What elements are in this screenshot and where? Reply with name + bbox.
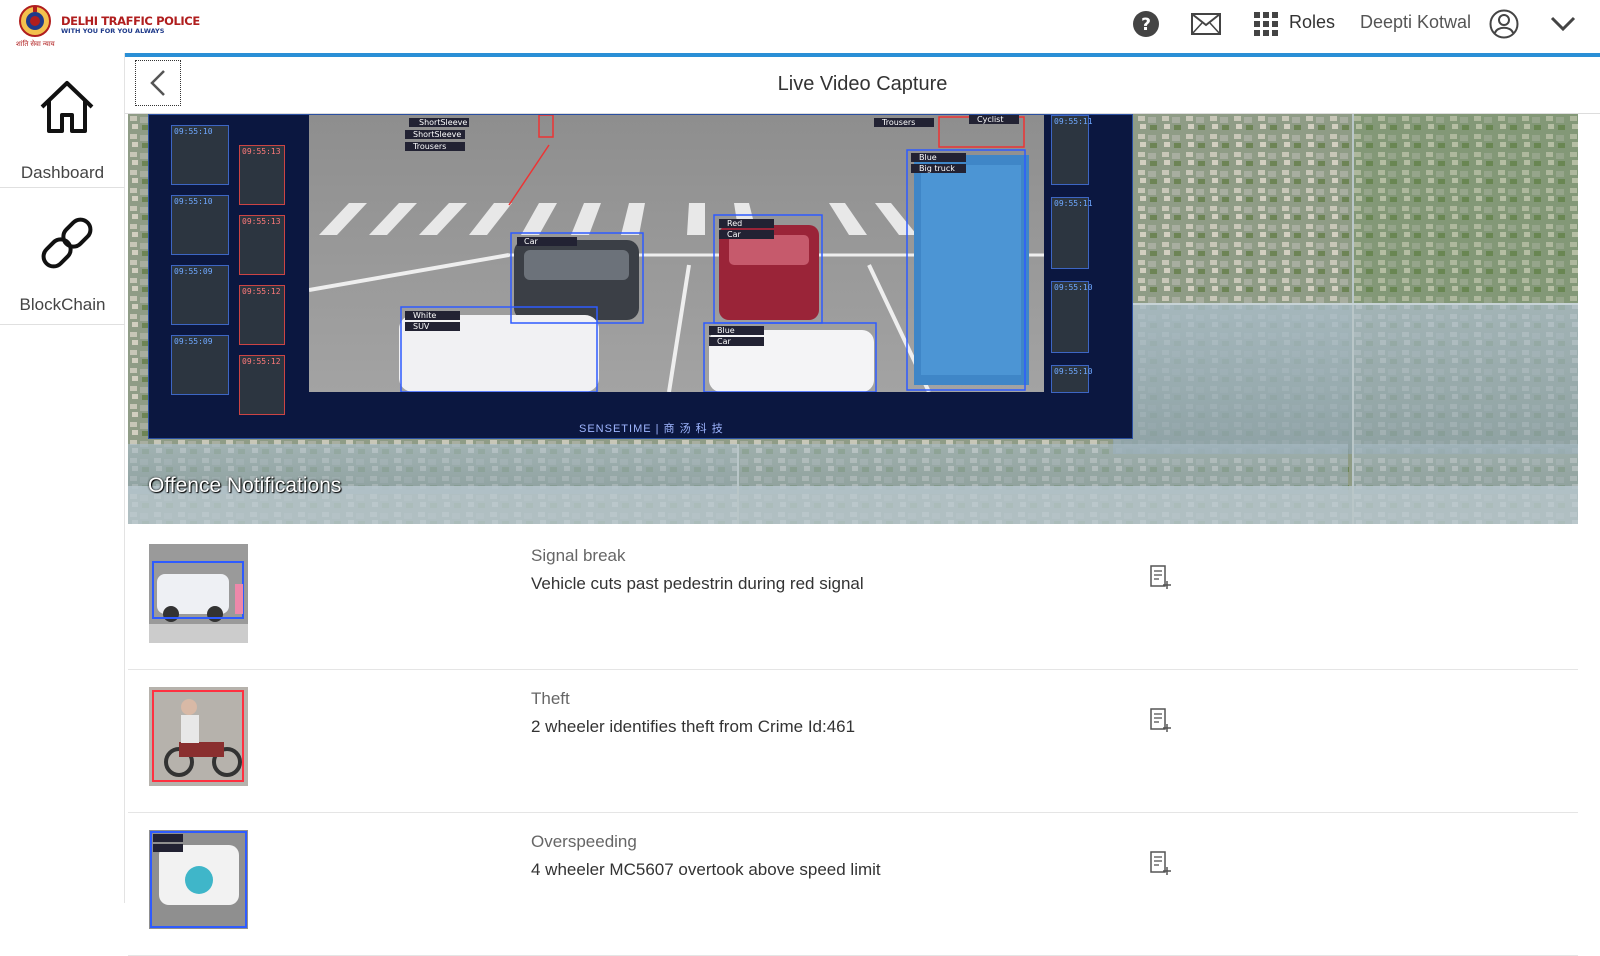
video-label: Blue [919, 153, 937, 162]
capture-thumb[interactable]: 09:55:10 [171, 195, 229, 255]
police-emblem-icon [19, 5, 51, 37]
video-label: ShortSleeve [419, 118, 467, 127]
video-label: Blue [717, 326, 735, 335]
notification-item[interactable]: Overspeeding 4 wheeler MC5607 overtook a… [128, 810, 1578, 956]
notification-type: Theft [531, 689, 570, 708]
road-scene: ShortSleeve ShortSleeve Trousers Trouser… [309, 115, 1044, 392]
capture-thumb[interactable]: 09:55:13 [239, 215, 285, 275]
page-title: Live Video Capture [777, 73, 948, 95]
capture-thumb[interactable]: 09:55:10 [1051, 281, 1093, 353]
sidebar-item-blockchain[interactable]: BlockChain [0, 188, 125, 325]
capture-thumb[interactable]: 09:55:09 [171, 265, 229, 325]
live-video-feed[interactable]: 09:55:10 09:55:10 09:55:09 09:55:09 09:5… [128, 114, 1578, 524]
top-header: DELHI TRAFFIC POLICE WITH YOU FOR YOU AL… [0, 0, 1600, 53]
sidebar-item-label: BlockChain [19, 295, 106, 314]
capture-thumb[interactable]: 09:55:11 [1051, 115, 1093, 185]
notification-type: Overspeeding [531, 832, 637, 851]
roles-menu[interactable]: Roles [1289, 12, 1335, 33]
video-label: ShortSleeve [413, 130, 461, 139]
logo-title: DELHI TRAFFIC POLICE [61, 14, 200, 28]
logo-motto: शांति सेवा न्याय [16, 41, 55, 48]
capture-thumb[interactable]: 09:55:10 [171, 125, 229, 185]
svg-text:?: ? [1141, 15, 1151, 35]
capture-thumb[interactable]: 09:55:11 [1051, 197, 1093, 269]
link-icon [41, 217, 93, 269]
offence-notification-list: Signal break Vehicle cuts past pedestrin… [128, 524, 1578, 956]
video-label: Trousers [412, 142, 446, 151]
capture-thumb[interactable]: 09:55:12 [239, 355, 285, 415]
notification-item[interactable]: Theft 2 wheeler identifies theft from Cr… [128, 667, 1578, 813]
video-label: Red [727, 219, 742, 228]
offence-notifications-heading: Offence Notifications [148, 474, 342, 497]
user-name[interactable]: Deepti Kotwal [1360, 12, 1471, 33]
video-label: Cyclist [977, 115, 1003, 124]
logo-tagline: WITH YOU FOR YOU ALWAYS [61, 27, 165, 35]
sidebar-item-label: Dashboard [20, 163, 105, 182]
sensetime-brand: SENSETIME | 商 汤 科 技 [579, 423, 724, 435]
add-note-icon[interactable] [1148, 707, 1172, 733]
notification-thumbnail[interactable] [149, 687, 248, 786]
capture-thumb[interactable]: 09:55:09 [171, 335, 229, 395]
video-label: White [413, 311, 436, 320]
video-label: Big truck [919, 164, 955, 173]
detection-video-frame: 09:55:10 09:55:10 09:55:09 09:55:09 09:5… [148, 114, 1133, 439]
notification-description: 2 wheeler identifies theft from Crime Id… [531, 717, 856, 736]
chevron-down-icon[interactable] [1548, 8, 1578, 40]
capture-thumb[interactable]: 09:55:12 [239, 285, 285, 345]
sidebar: Dashboard BlockChain [0, 53, 125, 903]
home-icon [40, 81, 94, 133]
mail-icon[interactable] [1190, 8, 1222, 40]
notification-thumbnail[interactable] [149, 830, 248, 929]
capture-thumb[interactable]: 09:55:10 [1051, 365, 1093, 393]
delhi-traffic-police-logo[interactable]: DELHI TRAFFIC POLICE WITH YOU FOR YOU AL… [16, 4, 200, 48]
video-label: SUV [413, 322, 430, 331]
notification-type: Signal break [531, 546, 626, 565]
sidebar-item-dashboard[interactable]: Dashboard [0, 53, 125, 188]
apps-grid-icon[interactable] [1252, 8, 1280, 40]
scrollbar-track[interactable] [1578, 114, 1600, 903]
video-label: Car [727, 230, 741, 239]
notification-item[interactable]: Signal break Vehicle cuts past pedestrin… [128, 524, 1578, 670]
video-label: Trousers [881, 118, 915, 127]
help-icon[interactable]: ? [1131, 8, 1161, 40]
notification-description: 4 wheeler MC5607 overtook above speed li… [531, 860, 881, 879]
video-label: Car [524, 237, 538, 246]
page-titlebar: Live Video Capture [125, 57, 1600, 114]
account-icon[interactable] [1488, 8, 1520, 40]
notification-thumbnail[interactable] [149, 544, 248, 643]
notification-description: Vehicle cuts past pedestrin during red s… [531, 574, 864, 593]
add-note-icon[interactable] [1148, 564, 1172, 590]
capture-thumb[interactable]: 09:55:13 [239, 145, 285, 205]
video-label: Car [717, 337, 731, 346]
add-note-icon[interactable] [1148, 850, 1172, 876]
